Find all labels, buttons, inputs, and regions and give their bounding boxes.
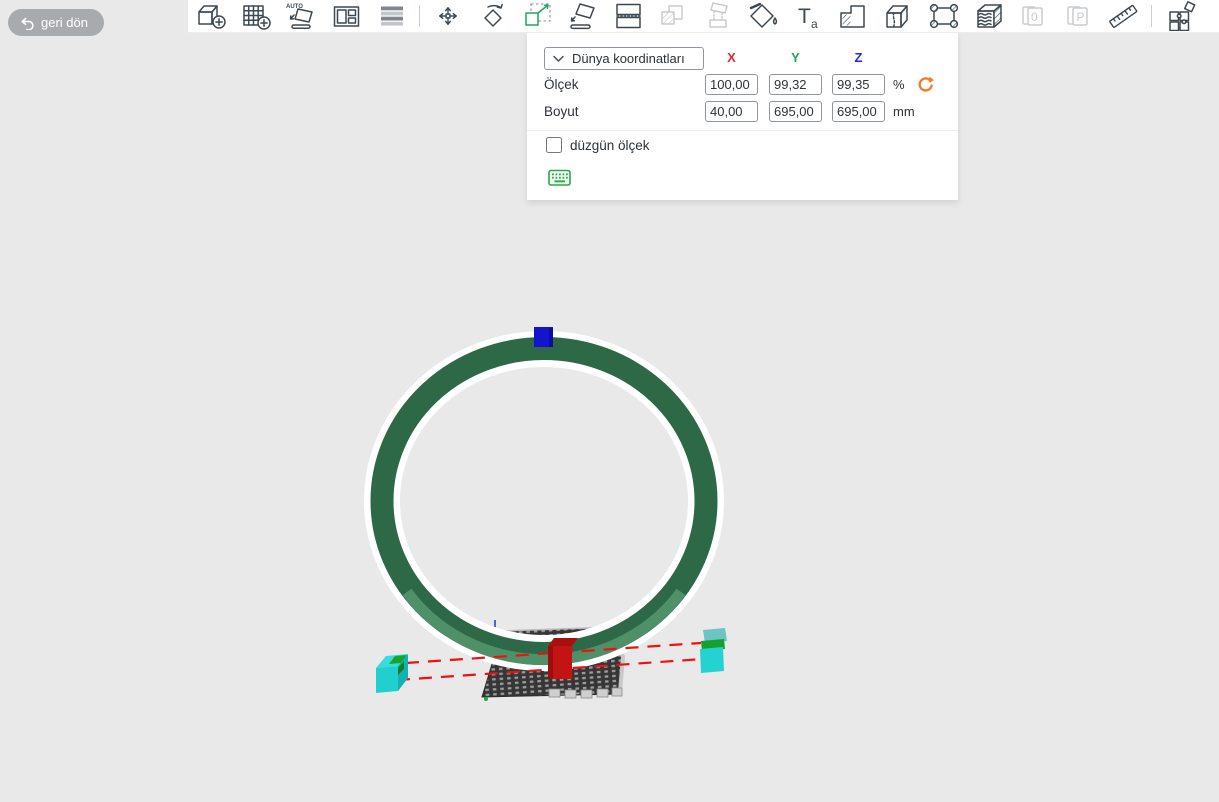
object-list-button[interactable] (374, 1, 408, 31)
add-model-icon (195, 1, 227, 31)
scale-row-label: Ölçek (544, 74, 579, 95)
text-icon: T a (792, 1, 824, 31)
cut-icon (882, 1, 914, 31)
size-row-label: Boyut (544, 101, 579, 122)
doc-p-icon: P (1062, 1, 1094, 31)
uniform-scale-checkbox[interactable] (546, 137, 562, 153)
scale-unit: % (893, 74, 905, 95)
svg-text:T: T (798, 5, 811, 28)
axis-header-z: Z (832, 50, 885, 65)
doc-p-button[interactable]: P (1061, 1, 1095, 31)
svg-text:P: P (1077, 10, 1085, 24)
main-toolbar: AUTO (188, 0, 1219, 33)
doc-zero-button[interactable]: 0 (1016, 1, 1050, 31)
paint-tool-button[interactable] (746, 1, 780, 31)
cut-tool-button[interactable] (881, 1, 915, 31)
coordinate-system-value: Dünya koordinatları (572, 51, 685, 66)
keyboard-icon (548, 169, 572, 187)
svg-text:a: a (811, 17, 818, 31)
add-plate-icon (240, 1, 272, 31)
scale-y-input[interactable] (769, 74, 822, 95)
transform-panel: Dünya koordinatları X Y Z Ölçek % Boyut … (527, 33, 958, 200)
rotate-icon (477, 1, 509, 31)
plugins-icon (1164, 1, 1196, 31)
deform-icon (927, 1, 959, 31)
back-button-label: geri dön (41, 15, 88, 30)
numeric-keyboard-button[interactable] (548, 168, 572, 187)
doc-zero-icon: 0 (1017, 1, 1049, 31)
scale-z-input[interactable] (832, 74, 885, 95)
layers-tool-button[interactable] (971, 1, 1005, 31)
axis-header-x: X (705, 50, 758, 65)
add-model-button[interactable] (194, 1, 228, 31)
rotate-tool-button[interactable] (476, 1, 510, 31)
object-list-icon (375, 1, 407, 31)
auto-arrange-icon: AUTO (285, 1, 317, 31)
size-unit: mm (893, 101, 915, 122)
infill-icon (837, 1, 869, 31)
infill-tool-button[interactable] (836, 1, 870, 31)
move-icon (432, 1, 464, 31)
text-tool-button[interactable]: T a (791, 1, 825, 31)
measure-icon (1107, 1, 1139, 31)
panel-divider (527, 130, 958, 131)
chevron-down-icon (553, 54, 564, 63)
coordinate-system-select[interactable]: Dünya koordinatları (544, 47, 704, 70)
supports-icon (702, 1, 734, 31)
mirror-tool-button[interactable] (656, 1, 690, 31)
ring-model[interactable] (382, 349, 706, 660)
axis-marker-corner (484, 697, 488, 701)
supports-tool-button[interactable] (701, 1, 735, 31)
back-button[interactable]: geri dön (8, 9, 104, 36)
size-y-input[interactable] (769, 101, 822, 122)
measure-tool-button[interactable] (1106, 1, 1140, 31)
split-icon (612, 1, 644, 31)
deform-tool-button[interactable] (926, 1, 960, 31)
split-tool-button[interactable] (611, 1, 645, 31)
scale-handle-right[interactable] (700, 628, 727, 673)
scale-icon (522, 1, 554, 31)
plugins-button[interactable] (1163, 1, 1197, 31)
paint-icon (747, 1, 779, 31)
mirror-icon (657, 1, 689, 31)
scale-tool-button[interactable] (521, 1, 555, 31)
scale-handle-top[interactable] (534, 327, 553, 347)
reset-scale-button[interactable] (916, 75, 935, 94)
auto-arrange-button[interactable]: AUTO (284, 1, 318, 31)
scale-x-input[interactable] (705, 74, 758, 95)
size-x-input[interactable] (705, 101, 758, 122)
layers-icon (972, 1, 1004, 31)
undo-icon (19, 16, 34, 30)
layout-icon (330, 1, 362, 31)
lay-flat-icon (567, 1, 599, 31)
svg-text:0: 0 (1031, 10, 1038, 24)
size-z-input[interactable] (832, 101, 885, 122)
application-window: geri dön AUTO (0, 0, 1219, 802)
reset-icon (916, 75, 935, 94)
scale-handle-left[interactable] (376, 654, 408, 693)
toolbar-separator (1151, 5, 1152, 27)
axis-header-y: Y (769, 50, 822, 65)
toolbar-separator (419, 5, 420, 27)
lay-flat-tool-button[interactable] (566, 1, 600, 31)
layout-button[interactable] (329, 1, 363, 31)
add-plate-button[interactable] (239, 1, 273, 31)
move-tool-button[interactable] (431, 1, 465, 31)
uniform-scale-label: düzgün ölçek (570, 137, 650, 154)
